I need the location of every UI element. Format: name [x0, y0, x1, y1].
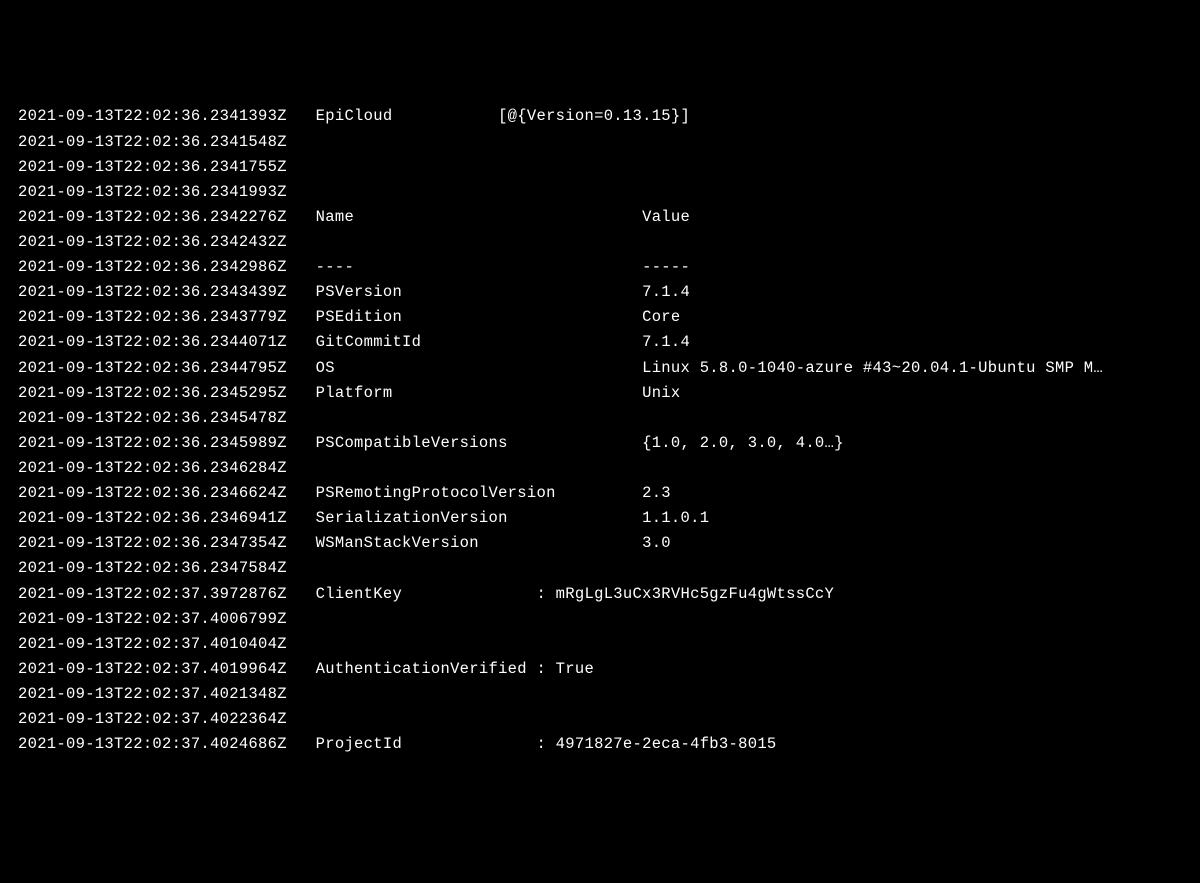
log-line: 2021-09-13T22:02:36.2347584Z	[18, 556, 1200, 581]
log-line: 2021-09-13T22:02:36.2341548Z	[18, 130, 1200, 155]
log-line: 2021-09-13T22:02:36.2343439Z PSVersion 7…	[18, 280, 1200, 305]
log-line: 2021-09-13T22:02:37.4024686Z ProjectId :…	[18, 732, 1200, 757]
log-line: 2021-09-13T22:02:36.2341393Z EpiCloud [@…	[18, 104, 1200, 129]
log-line: 2021-09-13T22:02:36.2344795Z OS Linux 5.…	[18, 356, 1200, 381]
log-line: 2021-09-13T22:02:36.2341993Z	[18, 180, 1200, 205]
log-line: 2021-09-13T22:02:36.2341755Z	[18, 155, 1200, 180]
log-line: 2021-09-13T22:02:37.4019964Z Authenticat…	[18, 657, 1200, 682]
log-line: 2021-09-13T22:02:36.2345295Z Platform Un…	[18, 381, 1200, 406]
log-line: 2021-09-13T22:02:36.2342432Z	[18, 230, 1200, 255]
log-line: 2021-09-13T22:02:36.2342276Z Name Value	[18, 205, 1200, 230]
log-line: 2021-09-13T22:02:37.4022364Z	[18, 707, 1200, 732]
log-line: 2021-09-13T22:02:36.2346624Z PSRemotingP…	[18, 481, 1200, 506]
log-line: 2021-09-13T22:02:36.2347354Z WSManStackV…	[18, 531, 1200, 556]
log-line: 2021-09-13T22:02:36.2343779Z PSEdition C…	[18, 305, 1200, 330]
log-line: 2021-09-13T22:02:36.2346284Z	[18, 456, 1200, 481]
log-line: 2021-09-13T22:02:37.4021348Z	[18, 682, 1200, 707]
log-line: 2021-09-13T22:02:36.2342986Z ---- -----	[18, 255, 1200, 280]
log-line: 2021-09-13T22:02:37.3972876Z ClientKey :…	[18, 582, 1200, 607]
log-line: 2021-09-13T22:02:36.2345478Z	[18, 406, 1200, 431]
terminal-log-output: 2021-09-13T22:02:36.2341393Z EpiCloud [@…	[18, 104, 1200, 757]
log-line: 2021-09-13T22:02:36.2346941Z Serializati…	[18, 506, 1200, 531]
log-line: 2021-09-13T22:02:37.4010404Z	[18, 632, 1200, 657]
log-line: 2021-09-13T22:02:36.2344071Z GitCommitId…	[18, 330, 1200, 355]
log-line: 2021-09-13T22:02:37.4006799Z	[18, 607, 1200, 632]
log-line: 2021-09-13T22:02:36.2345989Z PSCompatibl…	[18, 431, 1200, 456]
